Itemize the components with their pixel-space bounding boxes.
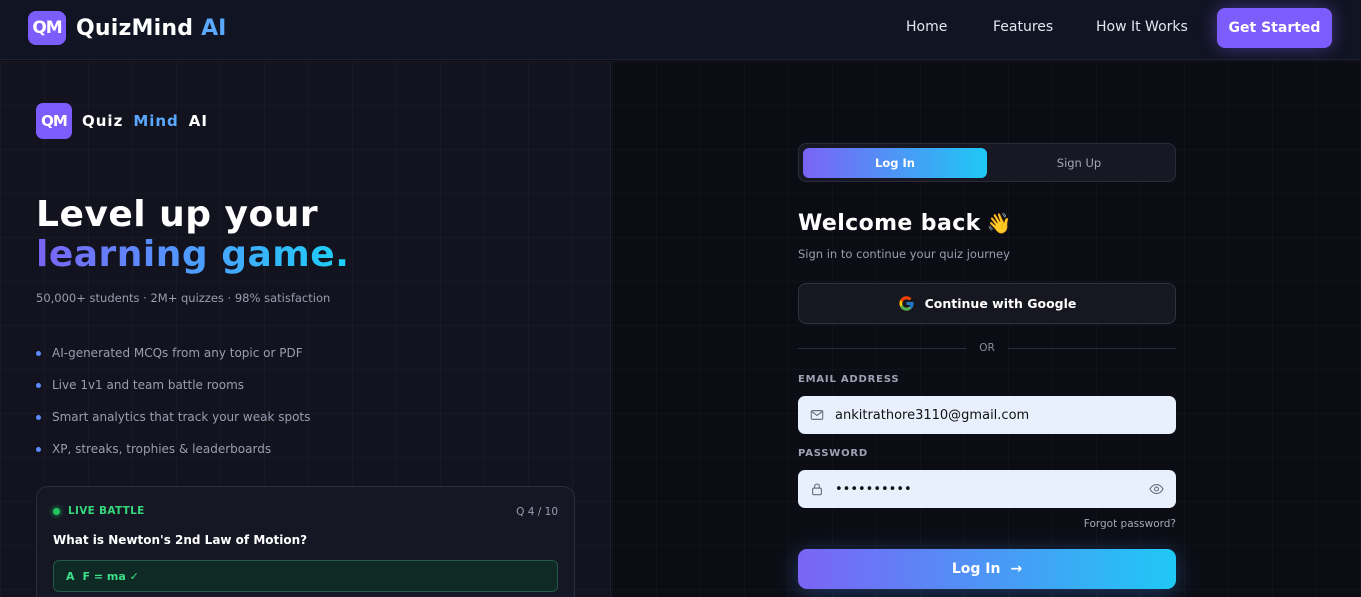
panel-logo-mark: QM	[36, 103, 72, 139]
stats-line: 50,000+ students · 2M+ quizzes · 98% sat…	[36, 291, 331, 305]
brand-name: QuizMind	[76, 15, 194, 41]
email-label: EMAIL ADDRESS	[798, 374, 900, 385]
hero-heading-line1: Level up your	[36, 194, 319, 235]
get-started-button[interactable]: Get Started	[1217, 8, 1332, 48]
log-in-button[interactable]: Log In →	[798, 549, 1176, 589]
live-indicator: LIVE BATTLE	[53, 505, 145, 517]
panel-brand-ai: AI	[188, 112, 208, 130]
google-icon	[899, 296, 914, 311]
panel-brand: QM Quiz Mind AI	[36, 103, 208, 139]
feature-item: XP, streaks, trophies & leaderboards	[36, 433, 310, 465]
auth-tabs: Log In Sign Up	[798, 143, 1176, 182]
answer-text: F = ma ✓	[82, 569, 139, 583]
bullet-dot-icon	[36, 414, 41, 420]
bullet-dot-icon	[36, 446, 41, 452]
waving-hand-icon: 👋	[986, 211, 1012, 235]
feature-list: AI-generated MCQs from any topic or PDF …	[36, 337, 310, 465]
eye-icon[interactable]	[1149, 482, 1164, 496]
panel-brand-quiz: Quiz	[82, 112, 124, 130]
forgot-password-link[interactable]: Forgot password?	[1076, 518, 1176, 530]
nav-link-how-it-works[interactable]: How It Works	[1096, 19, 1188, 35]
mail-icon	[810, 410, 824, 420]
welcome-text: Welcome back	[798, 211, 981, 236]
email-input[interactable]	[835, 407, 1135, 423]
nav-link-home[interactable]: Home	[906, 19, 947, 35]
feature-text: AI-generated MCQs from any topic or PDF	[52, 346, 303, 360]
feature-item: Live 1v1 and team battle rooms	[36, 369, 310, 401]
live-dot-icon	[53, 507, 60, 515]
top-navbar: QM QuizMind AI Home Features How It Work…	[0, 0, 1361, 60]
panel-brand-mind: Mind	[133, 112, 179, 130]
feature-text: Smart analytics that track your weak spo…	[52, 410, 311, 424]
tab-log-in[interactable]: Log In	[803, 148, 987, 178]
log-in-button-label: Log In	[951, 561, 1001, 577]
continue-with-google-button[interactable]: Continue with Google	[798, 283, 1176, 324]
feature-item: Smart analytics that track your weak spo…	[36, 401, 310, 433]
brand-ai: AI	[201, 15, 227, 41]
password-label: PASSWORD	[798, 448, 869, 459]
or-divider: OR	[798, 342, 1176, 354]
tab-sign-up[interactable]: Sign Up	[987, 148, 1171, 178]
logo-mark: QM	[28, 11, 66, 45]
nav-link-features[interactable]: Features	[993, 19, 1053, 35]
google-button-label: Continue with Google	[924, 296, 1077, 311]
question-counter: Q 4 / 10	[516, 506, 558, 518]
password-input[interactable]	[835, 481, 1135, 497]
hero-heading-line2: learning game.	[36, 234, 350, 275]
answer-letter: A	[66, 569, 75, 583]
welcome-subtitle: Sign in to continue your quiz journey	[798, 247, 1010, 261]
bullet-dot-icon	[36, 350, 41, 356]
live-battle-card: LIVE BATTLE Q 4 / 10 What is Newton's 2n…	[36, 486, 575, 597]
welcome-heading: Welcome back 👋	[798, 211, 1012, 236]
answer-option-correct: A F = ma ✓	[53, 560, 558, 592]
feature-item: AI-generated MCQs from any topic or PDF	[36, 337, 310, 369]
feature-text: Live 1v1 and team battle rooms	[52, 378, 245, 392]
lock-icon	[812, 483, 822, 496]
bullet-dot-icon	[36, 382, 41, 388]
brand-logo[interactable]: QM QuizMind AI	[28, 11, 226, 45]
divider-line	[1008, 348, 1176, 349]
live-battle-label: LIVE BATTLE	[68, 505, 145, 517]
left-hero-panel: QM Quiz Mind AI Level up your learning g…	[0, 61, 611, 597]
auth-panel: Log In Sign Up Welcome back 👋 Sign in to …	[612, 61, 1361, 597]
email-field[interactable]	[798, 396, 1176, 434]
password-field[interactable]	[798, 470, 1176, 508]
feature-text: XP, streaks, trophies & leaderboards	[52, 442, 272, 456]
battle-question: What is Newton's 2nd Law of Motion?	[53, 533, 308, 547]
arrow-right-icon: →	[1010, 561, 1023, 577]
